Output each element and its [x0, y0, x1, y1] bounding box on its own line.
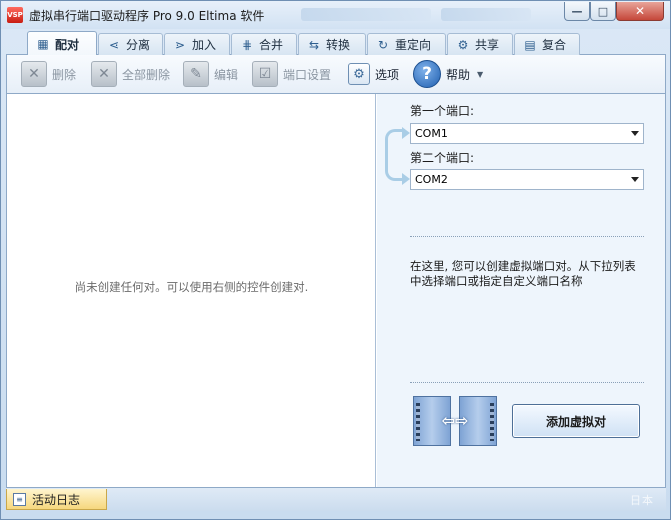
join-icon: ⋗ [174, 37, 186, 52]
delete-all-button[interactable]: ✕ 全部删除 [91, 59, 170, 89]
port-settings-icon: ☑ [252, 61, 278, 87]
tab-label: 共享 [475, 38, 500, 52]
chevron-down-icon [631, 131, 639, 136]
minimize-button[interactable]: — [564, 2, 590, 21]
divider [410, 382, 644, 383]
add-virtual-pair-button[interactable]: 添加虚拟对 [512, 404, 640, 438]
divider [410, 236, 644, 237]
second-port-value: COM2 [415, 173, 448, 186]
pairs-list[interactable]: 尚未创建任何对。可以使用右侧的控件创建对. [7, 94, 376, 487]
chevron-down-icon [631, 177, 639, 182]
options-button[interactable]: ⚙ 选项 [348, 59, 399, 89]
redirect-icon: ↻ [377, 37, 389, 52]
empty-pairs-message: 尚未创建任何对。可以使用右侧的控件创建对. [74, 280, 309, 294]
tab-merge[interactable]: ⋕ 合并 [231, 33, 297, 55]
title-bar: VSP 虚拟串行端口驱动程序 Pro 9.0 Eltima 软件 — □ ✕ [1, 1, 670, 29]
tab-pair[interactable]: ▦ 配对 [27, 31, 97, 56]
toolbar: ✕ 删除 ✕ 全部删除 ✎ 编辑 ☑ 端口设置 ⚙ 选项 ? 帮助 ▼ [6, 55, 666, 93]
blurred-background-title-2 [441, 8, 531, 21]
first-port-select[interactable]: COM1 [410, 123, 644, 144]
chevron-down-icon[interactable]: ▼ [477, 70, 483, 79]
split-icon: ⋖ [108, 37, 120, 52]
composite-icon: ▤ [524, 37, 536, 52]
status-bar: ≡ 活动日志 日本 [6, 488, 666, 511]
edit-label: 编辑 [214, 67, 239, 82]
pair-panel: 第一个端口: COM1 第二个端口: COM2 在这里, 您可以创建虚拟端口对。… [377, 94, 665, 487]
tab-label: 分离 [126, 38, 151, 52]
tab-composite[interactable]: ▤ 复合 [514, 33, 580, 55]
port-settings-label: 端口设置 [283, 67, 332, 82]
tab-label: 加入 [192, 38, 217, 52]
window-title: 虚拟串行端口驱动程序 Pro 9.0 Eltima 软件 [29, 9, 265, 23]
main-area: 尚未创建任何对。可以使用右侧的控件创建对. 第一个端口: COM1 第二个端口:… [6, 93, 666, 488]
merge-icon: ⋕ [241, 37, 253, 52]
first-port-label: 第一个端口: [410, 104, 475, 118]
bidirectional-arrow-icon: ⇦⇨ [441, 411, 469, 430]
tab-convert[interactable]: ⇆ 转换 [298, 33, 366, 55]
arrow-right-icon [402, 173, 410, 185]
close-button[interactable]: ✕ [616, 2, 664, 21]
tab-label: 转换 [326, 38, 351, 52]
options-icon: ⚙ [348, 63, 370, 85]
delete-label: 删除 [52, 67, 77, 82]
port-pins [416, 403, 420, 441]
pair-icon: ▦ [37, 37, 49, 51]
app-window: VSP 虚拟串行端口驱动程序 Pro 9.0 Eltima 软件 — □ ✕ ▦… [0, 0, 671, 520]
arrow-right-icon [402, 127, 410, 139]
delete-icon: ✕ [21, 61, 47, 87]
options-label: 选项 [375, 67, 400, 82]
tab-label: 合并 [259, 38, 284, 52]
help-button[interactable]: ? 帮助 ▼ [413, 59, 483, 89]
activity-log-label: 活动日志 [32, 492, 81, 507]
tab-label: 重定向 [395, 38, 432, 52]
delete-button[interactable]: ✕ 删除 [21, 59, 76, 89]
port-pins [490, 403, 494, 441]
second-port-label: 第二个端口: [410, 151, 475, 165]
help-icon: ? [413, 60, 441, 88]
tab-redirect[interactable]: ↻ 重定向 [367, 33, 446, 55]
tab-bar: ▦ 配对 ⋖ 分离 ⋗ 加入 ⋕ 合并 ⇆ 转换 ↻ 重定向 ⚙ 共享 ▤ 复合 [6, 31, 666, 56]
delete-all-icon: ✕ [91, 61, 117, 87]
share-icon: ⚙ [457, 37, 469, 52]
log-icon: ≡ [13, 492, 26, 506]
tab-label: 配对 [55, 37, 80, 52]
help-label: 帮助 [446, 67, 471, 82]
delete-all-label: 全部删除 [122, 67, 171, 82]
pair-hint-text: 在这里, 您可以创建虚拟端口对。从下拉列表中选择端口或指定自定义端口名称 [410, 259, 636, 288]
tab-share[interactable]: ⚙ 共享 [447, 33, 513, 55]
maximize-button[interactable]: □ [590, 2, 616, 21]
convert-icon: ⇆ [308, 37, 320, 52]
app-icon[interactable]: VSP [7, 7, 23, 23]
port-settings-button[interactable]: ☑ 端口设置 [252, 59, 331, 89]
edit-button[interactable]: ✎ 编辑 [183, 59, 238, 89]
activity-log-tab[interactable]: ≡ 活动日志 [6, 489, 107, 510]
first-port-value: COM1 [415, 127, 448, 140]
blurred-background-title [301, 8, 431, 21]
second-port-select[interactable]: COM2 [410, 169, 644, 190]
tab-join[interactable]: ⋗ 加入 [164, 33, 230, 55]
watermark: 日本 [630, 494, 654, 507]
virtual-pair-icon: ⇦⇨ [409, 396, 501, 448]
edit-icon: ✎ [183, 61, 209, 87]
tab-label: 复合 [542, 38, 567, 52]
tab-split[interactable]: ⋖ 分离 [98, 33, 163, 55]
